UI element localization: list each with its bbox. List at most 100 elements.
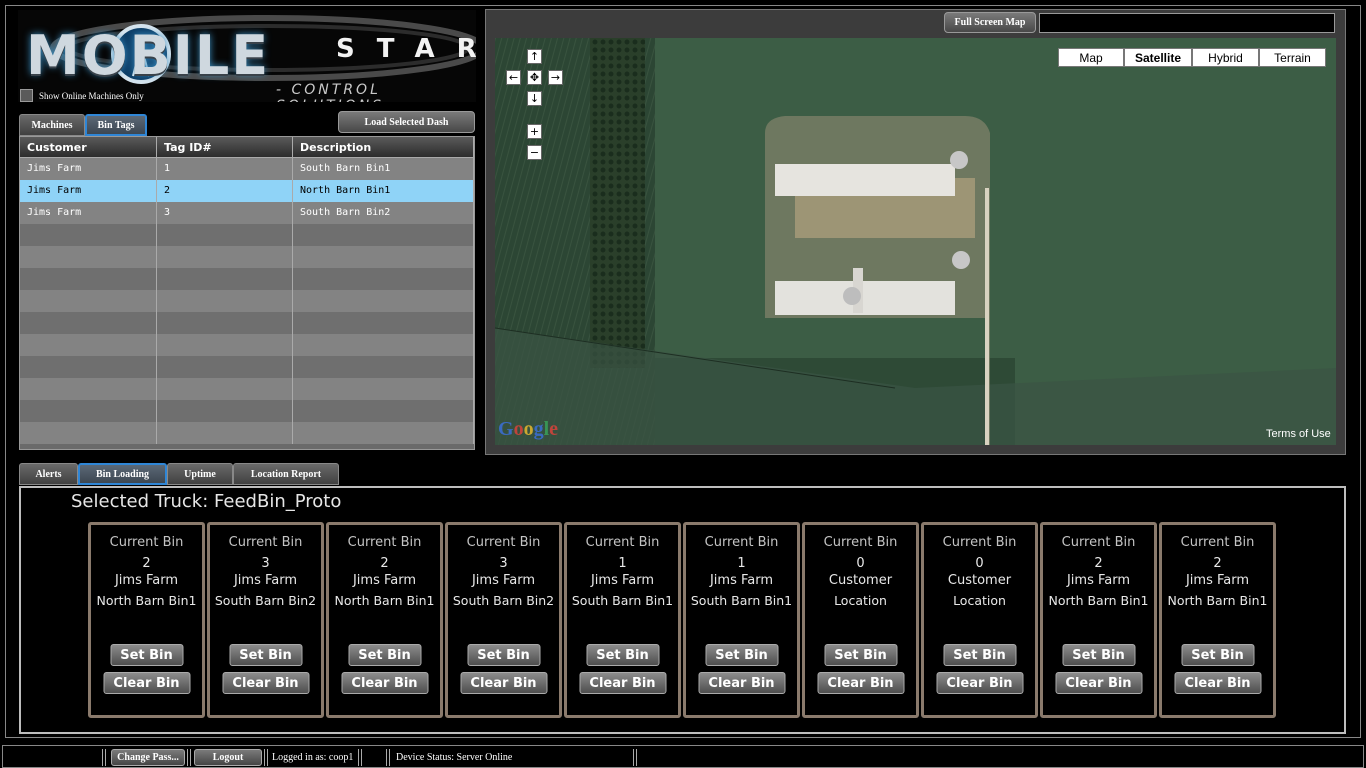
pan-right-icon[interactable]: →	[548, 70, 563, 85]
logged-in-user: Logged in as: coop1	[272, 752, 354, 763]
bin-card-number: 2	[142, 556, 151, 571]
pan-center-icon[interactable]: ✥	[527, 70, 542, 85]
table-row[interactable]	[20, 422, 474, 444]
clear-bin-button[interactable]: Clear Bin	[817, 672, 904, 694]
satellite-imagery	[495, 38, 1336, 445]
logout-button[interactable]: Logout	[194, 749, 262, 766]
table-row[interactable]	[20, 224, 474, 246]
selected-truck: Selected Truck: FeedBin_Proto	[71, 491, 341, 512]
tab-alerts[interactable]: Alerts	[19, 463, 78, 485]
bin-card-title: Current Bin	[228, 535, 303, 550]
clear-bin-button[interactable]: Clear Bin	[698, 672, 785, 694]
tab-location-report[interactable]: Location Report	[233, 463, 339, 485]
cell-customer	[20, 334, 157, 356]
map-type-terrain[interactable]: Terrain	[1259, 48, 1326, 67]
table-row[interactable]: Jims Farm 2 North Barn Bin1	[20, 180, 474, 202]
cell-tag-id	[157, 400, 293, 422]
table-row[interactable]	[20, 312, 474, 334]
column-header-description[interactable]: Description	[293, 137, 474, 157]
clear-bin-button[interactable]: Clear Bin	[222, 672, 309, 694]
bin-card-title: Current Bin	[347, 535, 422, 550]
set-bin-button[interactable]: Set Bin	[943, 644, 1016, 666]
clear-bin-button[interactable]: Clear Bin	[1174, 672, 1261, 694]
set-bin-button[interactable]: Set Bin	[467, 644, 540, 666]
selected-truck-label: Selected Truck:	[71, 491, 209, 512]
set-bin-button[interactable]: Set Bin	[1062, 644, 1135, 666]
set-bin-button[interactable]: Set Bin	[1181, 644, 1254, 666]
status-separator	[386, 749, 390, 766]
pan-up-icon[interactable]: ↑	[527, 49, 542, 64]
tab-bin-tags[interactable]: Bin Tags	[85, 114, 147, 136]
tab-machines[interactable]: Machines	[19, 114, 85, 136]
bin-card-number: 3	[261, 556, 270, 571]
set-bin-button[interactable]: Set Bin	[586, 644, 659, 666]
change-password-button[interactable]: Change Pass...	[111, 749, 185, 766]
cell-description: South Barn Bin1	[293, 158, 474, 180]
table-row[interactable]	[20, 268, 474, 290]
cell-customer	[20, 422, 157, 444]
map-type-map[interactable]: Map	[1058, 48, 1124, 67]
clear-bin-button[interactable]: Clear Bin	[341, 672, 428, 694]
cell-tag-id	[157, 378, 293, 400]
map-type-satellite[interactable]: Satellite	[1124, 48, 1192, 67]
map-type-hybrid[interactable]: Hybrid	[1192, 48, 1259, 67]
table-row[interactable]	[20, 400, 474, 422]
table-row[interactable]	[20, 334, 474, 356]
pan-down-icon[interactable]: ↓	[527, 91, 542, 106]
tab-uptime[interactable]: Uptime	[167, 463, 233, 485]
online-only-checkbox[interactable]	[20, 89, 33, 102]
table-row[interactable]: Jims Farm 3 South Barn Bin2	[20, 202, 474, 224]
bin-tags-table: Customer Tag ID# Description Jims Farm 1 S…	[19, 136, 475, 450]
table-row[interactable]	[20, 378, 474, 400]
set-bin-button[interactable]: Set Bin	[110, 644, 183, 666]
map-search-input[interactable]	[1039, 13, 1335, 33]
load-selected-dash-button[interactable]: Load Selected Dash	[338, 111, 475, 133]
cell-tag-id	[157, 356, 293, 378]
clear-bin-button[interactable]: Clear Bin	[1055, 672, 1142, 694]
clear-bin-button[interactable]: Clear Bin	[103, 672, 190, 694]
full-screen-map-button[interactable]: Full Screen Map	[944, 12, 1036, 33]
clear-bin-button[interactable]: Clear Bin	[460, 672, 547, 694]
bin-card-description: North Barn Bin1	[96, 593, 197, 608]
clear-bin-button[interactable]: Clear Bin	[936, 672, 1023, 694]
tab-bin-loading[interactable]: Bin Loading	[78, 463, 167, 485]
cell-description	[293, 400, 474, 422]
set-bin-button[interactable]: Set Bin	[824, 644, 897, 666]
table-row[interactable]	[20, 246, 474, 268]
set-bin-button[interactable]: Set Bin	[229, 644, 302, 666]
cell-customer	[20, 400, 157, 422]
cell-customer	[20, 268, 157, 290]
bin-card-title: Current Bin	[942, 535, 1017, 550]
cell-description	[293, 378, 474, 400]
bin-card-description: South Barn Bin2	[452, 593, 555, 608]
satellite-map[interactable]	[495, 38, 1336, 445]
table-row[interactable]	[20, 290, 474, 312]
column-header-tag-id[interactable]: Tag ID#	[157, 137, 293, 157]
set-bin-button[interactable]: Set Bin	[348, 644, 421, 666]
clear-bin-button[interactable]: Clear Bin	[579, 672, 666, 694]
bin-card-description: North Barn Bin1	[1167, 593, 1268, 608]
table-header: Customer Tag ID# Description	[20, 137, 474, 158]
column-header-customer[interactable]: Customer	[20, 137, 157, 157]
bin-card-customer: Jims Farm	[590, 573, 655, 588]
cell-description	[293, 334, 474, 356]
bin-card-description: North Barn Bin1	[334, 593, 435, 608]
pan-left-icon[interactable]: ←	[506, 70, 521, 85]
zoom-in-icon[interactable]: +	[527, 124, 542, 139]
terms-of-use-link[interactable]: Terms of Use	[1266, 428, 1331, 440]
cell-customer: Jims Farm	[20, 202, 157, 224]
cell-customer	[20, 290, 157, 312]
google-logo: Google	[498, 418, 559, 440]
bin-card-customer: Jims Farm	[114, 573, 179, 588]
set-bin-button[interactable]: Set Bin	[705, 644, 778, 666]
table-row[interactable]: Jims Farm 1 South Barn Bin1	[20, 158, 474, 180]
online-only-filter[interactable]: Show Online Machines Only	[20, 89, 144, 102]
cell-customer: Jims Farm	[20, 180, 157, 202]
bin-card-description: South Barn Bin2	[214, 593, 317, 608]
table-row[interactable]	[20, 356, 474, 378]
logo-tagline: - CONTROL SOLUTIONS	[276, 82, 381, 102]
zoom-out-icon[interactable]: −	[527, 145, 542, 160]
cell-tag-id: 1	[157, 158, 293, 180]
selected-truck-value: FeedBin_Proto	[214, 491, 342, 512]
cell-customer	[20, 356, 157, 378]
